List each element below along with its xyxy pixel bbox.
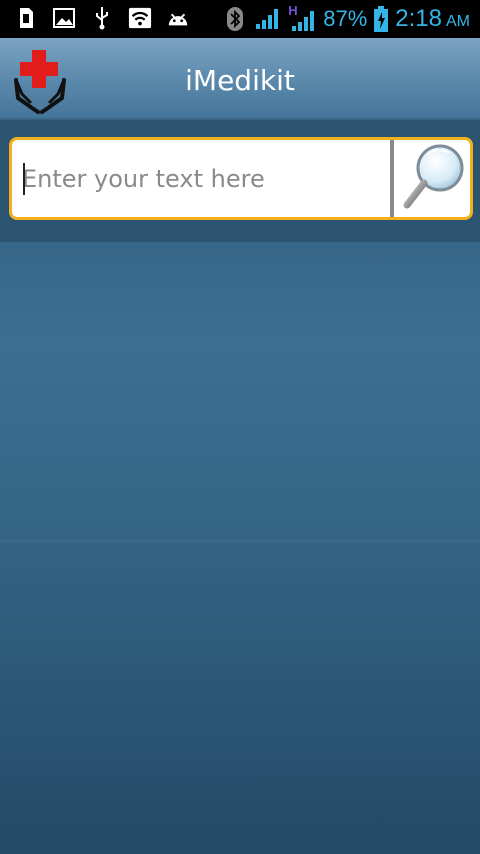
search-box: [9, 137, 473, 220]
battery-charging-icon: [373, 6, 389, 32]
action-bar: iMedikit: [0, 38, 480, 118]
clock: 2:18 AM: [395, 5, 470, 33]
android-icon: [166, 6, 190, 30]
text-cursor: [23, 163, 25, 195]
status-left-icons: [14, 6, 190, 30]
bluetooth-icon: [223, 7, 247, 31]
app-title: iMedikit: [185, 64, 295, 97]
clock-time: 2:18: [395, 5, 442, 32]
network-type-label: H: [288, 3, 298, 18]
image-icon: [52, 6, 76, 30]
search-input[interactable]: [12, 140, 400, 217]
wifi-icon: [128, 6, 152, 30]
status-right-icons: H 87% 2:18 AM: [223, 0, 470, 38]
usb-icon: [90, 6, 114, 30]
clock-ampm: AM: [446, 13, 470, 30]
signal-h-icon: H: [287, 3, 317, 31]
magnifier-icon: [397, 141, 467, 217]
signal-icon: [253, 7, 281, 31]
sd-card-icon: [14, 6, 38, 30]
list-divider: [0, 540, 480, 542]
status-bar: H 87% 2:18 AM: [0, 0, 480, 38]
search-panel: [0, 118, 480, 242]
battery-percent: 87%: [323, 6, 368, 31]
search-button[interactable]: [394, 140, 470, 217]
